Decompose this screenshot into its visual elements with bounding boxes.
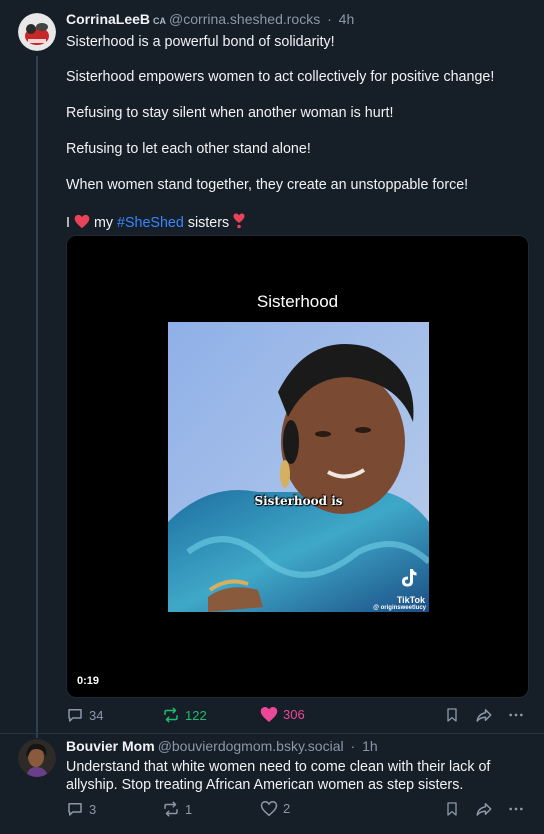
reply-button[interactable]: 3 (66, 800, 96, 818)
video-title: Sisterhood (256, 292, 339, 311)
repost-button[interactable]: 122 (162, 706, 207, 724)
repost-count: 122 (185, 707, 207, 723)
last-line-prefix: I (66, 215, 70, 231)
post-text-line: Sisterhood is a powerful bond of solidar… (66, 34, 335, 50)
tiktok-label: TikTok (396, 595, 425, 605)
avatar[interactable] (18, 13, 56, 51)
post-text-line: Refusing to let each other stand alone! (66, 141, 311, 157)
last-line-suffix: sisters (187, 215, 230, 231)
post-text-line: When women stand together, they create a… (66, 177, 469, 193)
repost-button[interactable]: 1 (162, 800, 192, 818)
heart-outline-icon (260, 800, 278, 817)
repost-icon (164, 801, 178, 817)
separator-dot: · (323, 11, 336, 27)
reply-icon (68, 709, 82, 722)
video-player[interactable]: Sisterhood Sisterhood is TikTok @ origin… (66, 235, 529, 698)
post-text-last-line: I my #SheShed sisters (66, 213, 245, 233)
location-badge: CA (153, 16, 167, 26)
more-options-button[interactable] (508, 706, 524, 724)
bookmark-icon (447, 708, 457, 722)
author-handle[interactable]: @bouvierdogmom.bsky.social (158, 738, 344, 754)
bookmark-button[interactable] (444, 800, 460, 818)
tiktok-logo-icon (397, 568, 421, 593)
share-icon (476, 709, 492, 722)
post-header: Bouvier Mom @bouvierdogmom.bsky.social · … (66, 738, 378, 754)
separator-dot: · (346, 738, 360, 754)
repost-count: 1 (185, 801, 193, 817)
more-dots-icon (509, 807, 523, 811)
author-name[interactable]: CorrinaLeeB (66, 11, 150, 27)
author-handle[interactable]: @corrina.sheshed.rocks (169, 11, 320, 27)
tiktok-username: @ originsweetlucy (373, 605, 426, 611)
post-bouvier-mom[interactable]: Bouvier Mom @bouvierdogmom.bsky.social · … (0, 734, 544, 834)
post-actions: 3 1 2 (66, 800, 529, 820)
last-line-mid: my (93, 215, 114, 231)
like-button[interactable]: 306 (260, 706, 305, 723)
reply-icon (68, 803, 82, 816)
like-button[interactable]: 2 (260, 800, 290, 817)
video-frame: Sisterhood is TikTok @ originsweetlucy (168, 322, 429, 612)
like-count: 2 (283, 801, 291, 816)
heart-filled-icon (260, 707, 278, 722)
heart-emoji-icon (74, 214, 90, 233)
heart-exclamation-emoji-icon (233, 213, 245, 233)
reply-count: 3 (89, 801, 97, 817)
author-name[interactable]: Bouvier Mom (66, 738, 155, 754)
avatar[interactable] (18, 739, 56, 777)
video-duration: 0:19 (77, 675, 100, 687)
repost-icon (164, 707, 178, 723)
hashtag-link[interactable]: #SheShed (117, 215, 184, 231)
share-button[interactable] (475, 800, 493, 818)
post-actions: 34 122 306 (66, 706, 529, 726)
more-dots-icon (509, 713, 523, 717)
bookmark-button[interactable] (444, 706, 460, 724)
post-header: CorrinaLeeB CA @corrina.sheshed.rocks · 4h (66, 11, 354, 27)
reply-count: 34 (89, 707, 104, 723)
reply-button[interactable]: 34 (66, 706, 103, 724)
video-caption: Sisterhood is (254, 494, 343, 508)
like-count: 306 (283, 707, 305, 722)
thread-line (36, 56, 38, 738)
share-button[interactable] (475, 706, 493, 724)
post-text-line: Understand that white women need to come… (66, 759, 491, 775)
post-time[interactable]: 1h (362, 738, 378, 754)
bookmark-icon (447, 802, 457, 816)
post-time[interactable]: 4h (339, 11, 355, 27)
share-icon (476, 803, 492, 816)
post-corrinaleeb[interactable]: CorrinaLeeB CA @corrina.sheshed.rocks · 4h… (0, 0, 544, 738)
post-text-line: allyship. Stop treating African American… (66, 777, 464, 793)
video-still-image (168, 322, 429, 612)
post-text-line: Sisterhood empowers women to act collect… (66, 69, 495, 85)
more-options-button[interactable] (508, 800, 524, 818)
post-text-line: Refusing to stay silent when another wom… (66, 105, 394, 121)
